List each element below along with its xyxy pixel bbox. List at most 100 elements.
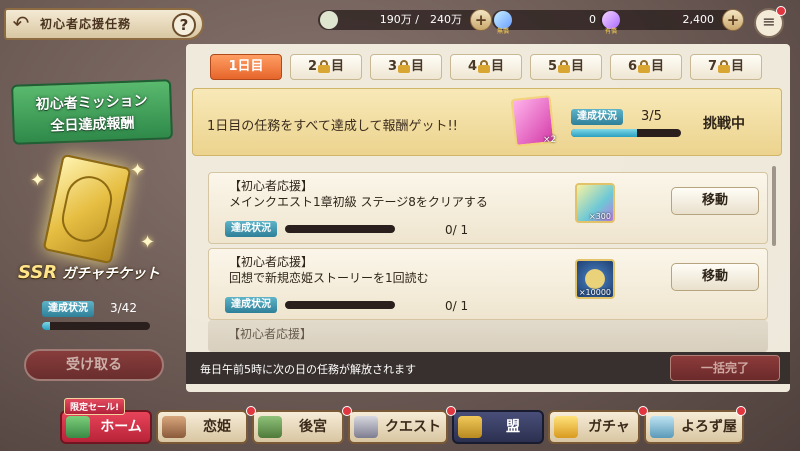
- unlock-note: 毎日午前5時に次の日の任務が解放されます: [200, 363, 416, 376]
- receive-button[interactable]: 受け取る: [24, 349, 164, 381]
- bulk-complete-button[interactable]: 一括完了: [670, 355, 780, 381]
- notification-dot: [638, 406, 648, 416]
- left-progress-tag: 達成状況: [42, 301, 94, 317]
- rice-ball-icon: [320, 11, 338, 29]
- tab-label-suffix: 目: [651, 59, 665, 74]
- mission-description: メインクエスト1章初級 ステージ8をクリアする: [229, 195, 488, 209]
- mission-progress-tag: 達成状況: [225, 221, 277, 237]
- day-summary: 1日目の任務をすべて達成して報酬ゲット!! ×2 達成状況 3/5 挑戦中: [192, 88, 782, 156]
- mission-description: 回想で新規恋姫ストーリーを1回読む: [229, 271, 429, 285]
- sparkle-icon: ✦: [140, 232, 156, 253]
- nav-label: よろず屋: [681, 419, 737, 435]
- tab-day-7[interactable]: 7目: [690, 54, 762, 80]
- summary-progress-tag: 達成状況: [571, 109, 623, 125]
- sale-tag: 限定セール!: [64, 398, 126, 415]
- tab-label-suffix: 目: [411, 59, 425, 74]
- left-progress-bar: [42, 322, 150, 330]
- left-progress-count: 3/42: [110, 301, 137, 315]
- sparkle-icon: ✦: [130, 160, 146, 181]
- mission-row: 【初心者応援】 メインクエスト1章初級 ステージ8をクリアする 達成状況 0/ …: [208, 172, 768, 244]
- mission-row: 【初心者応援】 回想で新規恋姫ストーリーを1回読む 達成状況 0/ 1 ×100…: [208, 248, 768, 320]
- all-day-reward-banner: 初心者ミッション 全日達成報酬: [11, 79, 173, 145]
- ssr-label: SSR: [18, 262, 58, 283]
- lock-icon: [558, 60, 571, 73]
- girl-icon: [162, 416, 186, 438]
- summary-text: 1日目の任務をすべて達成して報酬ゲット!!: [207, 119, 458, 134]
- gem-free-value: 0: [589, 13, 596, 26]
- add-gem-button[interactable]: +: [722, 9, 744, 31]
- tab-label-suffix: 目: [331, 59, 345, 74]
- tab-day-1[interactable]: 1日目: [210, 54, 282, 80]
- nav-palace[interactable]: 後宮: [252, 410, 344, 444]
- move-button[interactable]: 移動: [671, 263, 759, 291]
- lock-icon: [318, 60, 331, 73]
- tab-label-suffix: 目: [571, 59, 585, 74]
- tab-label: 5: [547, 59, 558, 74]
- summary-progress-count: 3/5: [641, 109, 662, 124]
- ssr-ticket-icon: [42, 153, 132, 265]
- bag-icon: [650, 416, 674, 438]
- tab-label-suffix: 目: [731, 59, 745, 74]
- tab-label: 3: [387, 59, 398, 74]
- nav-label: 後宮: [299, 419, 327, 435]
- book-icon: [66, 416, 90, 438]
- summary-reward-badge: ×2: [543, 135, 557, 145]
- nav-home[interactable]: ホーム: [60, 410, 152, 444]
- coin-icon: ×10000: [575, 259, 615, 299]
- mission-progress-count: 0/ 1: [445, 223, 469, 237]
- swords-icon: [354, 416, 378, 438]
- tab-label: 4: [467, 59, 478, 74]
- notification-dot: [446, 406, 456, 416]
- banner-line2: 全日達成報酬: [50, 115, 135, 135]
- nav-gacha[interactable]: ガチャ: [548, 410, 640, 444]
- gem-pouch-icon: ×300: [575, 183, 615, 223]
- nav-shop[interactable]: よろず屋: [644, 410, 744, 444]
- nav-label: 恋姫: [203, 419, 231, 435]
- gem-paid-label: 有償: [605, 28, 618, 35]
- palace-icon: [258, 416, 282, 438]
- notification-dot: [736, 406, 746, 416]
- tab-label: 1日目: [228, 59, 264, 74]
- nav-label: クエスト: [385, 419, 441, 435]
- reward-amount: ×300: [589, 212, 611, 221]
- mission-scrollbar[interactable]: [772, 166, 776, 246]
- free-gem-resource: 無償 0: [492, 10, 612, 35]
- gacha-icon: [554, 416, 578, 438]
- lock-icon: [398, 60, 411, 73]
- back-arrow-icon[interactable]: ↶: [8, 12, 34, 36]
- mission-category: 【初心者応援】: [228, 327, 313, 341]
- sparkle-icon: ✦: [30, 170, 46, 191]
- menu-notification-dot: [776, 6, 786, 16]
- summary-progress-bar: [571, 129, 681, 137]
- page-title: 初心者応援任務: [40, 17, 132, 31]
- stamina-resource: 190万 / 240万 +: [318, 9, 492, 31]
- nav-label: ガチャ: [588, 419, 630, 435]
- lock-icon: [638, 60, 651, 73]
- gem-free-label: 無償: [497, 28, 510, 35]
- reward-name-text: ガチャチケット: [62, 266, 160, 282]
- tab-day-3[interactable]: 3目: [370, 54, 442, 80]
- mission-category: 【初心者応援】: [229, 179, 314, 193]
- mission-progress-count: 0/ 1: [445, 299, 469, 313]
- add-stamina-button[interactable]: +: [470, 9, 492, 31]
- tab-day-2[interactable]: 2目: [290, 54, 362, 80]
- move-button[interactable]: 移動: [671, 187, 759, 215]
- screen: ↶ 初心者応援任務 ? 190万 / 240万 + 無償 0 有償 2,400 …: [0, 0, 800, 451]
- reward-amount: ×10000: [578, 288, 611, 297]
- help-icon[interactable]: ?: [172, 13, 196, 37]
- notification-dot: [342, 406, 352, 416]
- mission-progress-bar: [285, 225, 395, 233]
- mission-category: 【初心者応援】: [229, 255, 314, 269]
- lock-icon: [718, 60, 731, 73]
- nav-koihime[interactable]: 恋姫: [156, 410, 248, 444]
- tab-day-6[interactable]: 6目: [610, 54, 682, 80]
- tab-day-4[interactable]: 4目: [450, 54, 522, 80]
- stamina-value: 190万 / 240万: [379, 13, 462, 26]
- reward-name: SSR ガチャチケット: [18, 262, 160, 283]
- nav-quest[interactable]: クエスト: [348, 410, 448, 444]
- tab-day-5[interactable]: 5目: [530, 54, 602, 80]
- left-progress-fill: [42, 322, 50, 330]
- nav-alliance[interactable]: 盟: [452, 410, 544, 444]
- lock-icon: [458, 416, 482, 438]
- banner-line1: 初心者ミッション: [35, 93, 148, 113]
